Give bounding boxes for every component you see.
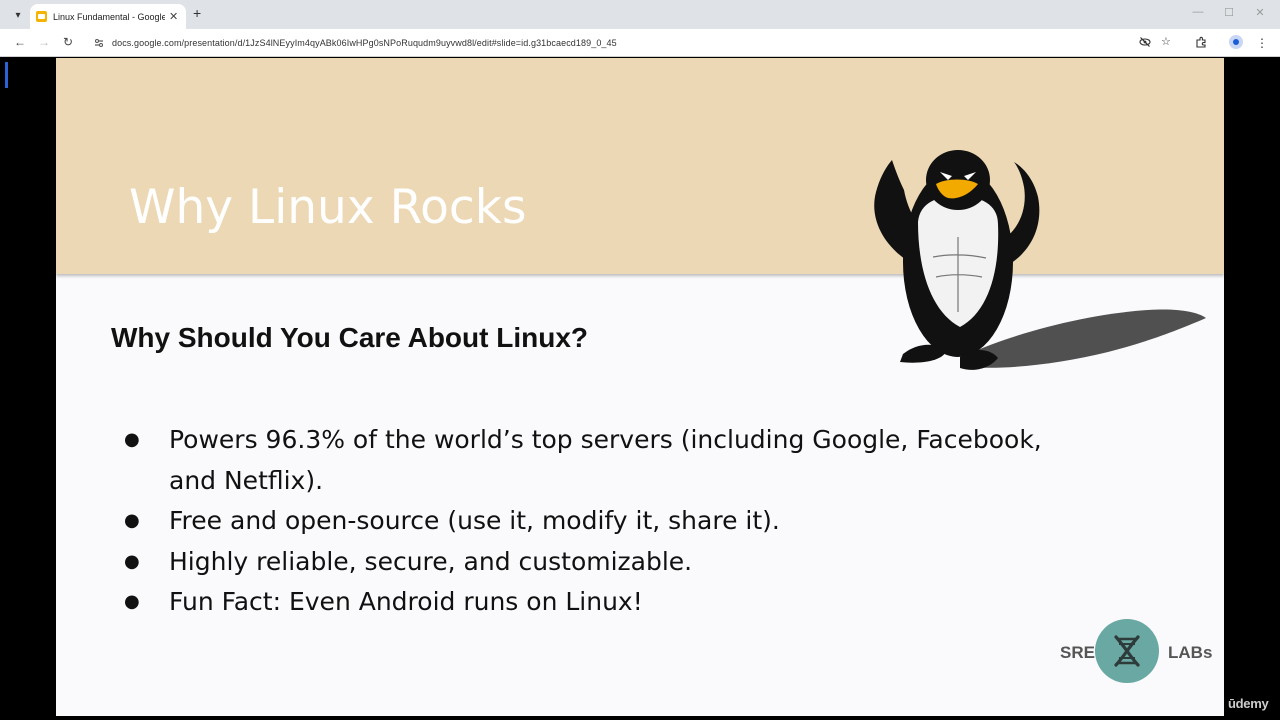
browser-toolbar: ← → ↻ docs.google.com/presentation/d/1Jz… — [0, 29, 1280, 57]
maximize-button[interactable]: ☐ — [1219, 6, 1239, 19]
tab-title: Linux Fundamental - Google Sl — [53, 11, 165, 22]
google-slides-icon — [36, 11, 47, 22]
bullet-item: Highly reliable, secure, and customizabl… — [124, 542, 1084, 583]
new-tab-button[interactable]: + — [193, 5, 201, 21]
close-window-button[interactable]: ✕ — [1250, 6, 1270, 19]
tab-search-menu[interactable]: ▾ — [8, 5, 28, 25]
back-button[interactable]: ← — [12, 35, 28, 49]
bullet-list: Powers 96.3% of the world’s top servers … — [124, 420, 1084, 623]
minimize-button[interactable]: — — [1188, 6, 1208, 18]
slide-subtitle: Why Should You Care About Linux? — [111, 322, 589, 353]
logo-text-left: SRE — [1060, 643, 1095, 662]
profile-icon[interactable] — [1229, 35, 1243, 49]
star-icon[interactable]: ☆ — [1161, 35, 1171, 48]
address-bar[interactable]: docs.google.com/presentation/d/1JzS4lNEy… — [86, 32, 1190, 54]
muscular-penguin-image — [874, 150, 1206, 370]
tab-close-icon[interactable]: ✕ — [169, 10, 178, 23]
eye-off-icon[interactable] — [1139, 36, 1151, 51]
sre-labs-logo: SRE LABs — [1060, 618, 1224, 684]
extensions-icon[interactable] — [1195, 36, 1207, 51]
bullet-item: Powers 96.3% of the world’s top servers … — [124, 420, 1084, 501]
forward-button[interactable]: → — [36, 35, 52, 49]
kebab-menu-icon[interactable]: ⋮ — [1256, 36, 1268, 50]
active-tab[interactable]: Linux Fundamental - Google Sl ✕ — [30, 4, 186, 29]
slide-title: Why Linux Rocks — [129, 180, 527, 235]
reload-button[interactable]: ↻ — [60, 35, 76, 49]
presentation-slide: Why Linux Rocks Why Should You Care Abou… — [56, 58, 1224, 716]
tab-bar: ▾ Linux Fundamental - Google Sl ✕ + — ☐ … — [0, 0, 1280, 29]
bullet-item: Free and open-source (use it, modify it,… — [124, 501, 1084, 542]
progress-indicator — [5, 62, 8, 88]
url-text: docs.google.com/presentation/d/1JzS4lNEy… — [112, 38, 617, 48]
chevron-down-icon: ▾ — [15, 9, 21, 21]
dna-icon — [1095, 619, 1159, 683]
bullet-item: Fun Fact: Even Android runs on Linux! — [124, 582, 1084, 623]
site-info-icon[interactable] — [92, 36, 106, 50]
logo-text-right: LABs — [1168, 643, 1213, 662]
udemy-watermark: ūdemy — [1228, 696, 1269, 711]
